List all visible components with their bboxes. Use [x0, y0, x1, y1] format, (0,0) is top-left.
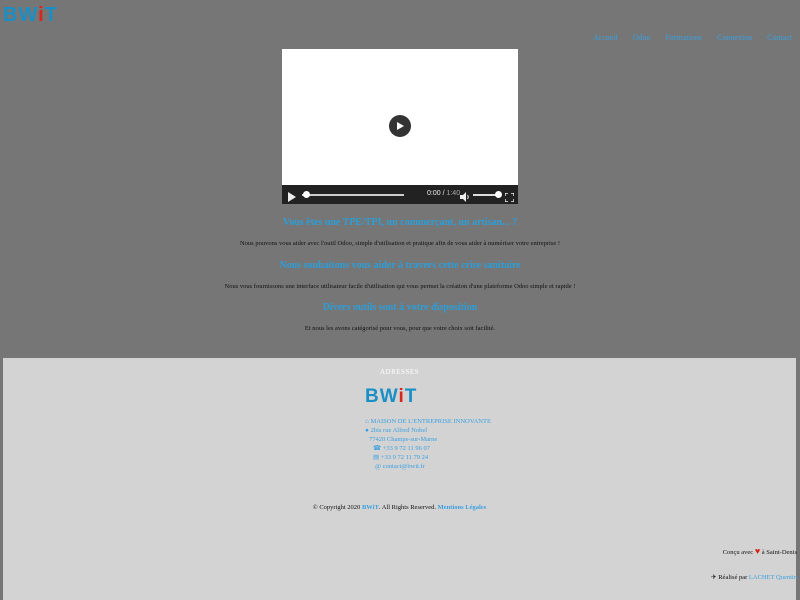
made-by: ✈ Réalisé par LACHET Quentin: [711, 574, 797, 581]
heading-outils: Divers outils sont à votre disposition: [322, 302, 478, 313]
text-odoo: Nous pouvons vous aider avec l'outil Odo…: [239, 240, 561, 247]
text-interface: Nous vous fournissons une interface util…: [224, 283, 576, 290]
volume-icon[interactable]: [460, 189, 470, 207]
legal-link[interactable]: Mentions Légales: [438, 504, 487, 511]
progress-handle[interactable]: [303, 191, 310, 198]
address-title: ADRESSES: [380, 368, 420, 376]
address-org: MAISON DE L'ENTREPRISE INNOVANTE: [370, 418, 491, 425]
progress-bar[interactable]: [302, 194, 404, 196]
play-icon[interactable]: [389, 115, 411, 137]
phone-icon: ☎: [373, 445, 382, 452]
made-with: Conçu avec ♥ à Saint-Denis: [722, 546, 797, 556]
fullscreen-icon[interactable]: [504, 189, 515, 207]
heading-tpe: Vous êtes une TPE/TPI, un commerçant, un…: [282, 217, 518, 228]
play-button-icon[interactable]: [288, 189, 296, 207]
text-categories: Et nous les avons catégorisé pour vous, …: [304, 325, 496, 332]
nav-connexion[interactable]: Connexion: [717, 33, 752, 42]
site-footer: ADRESSES BWiT ⌂ MAISON DE L'ENTREPRISE I…: [3, 358, 797, 600]
heading-crise: Nous souhaitons vous aider à travers cet…: [279, 260, 521, 271]
address-city: 77420 Champs-sur-Marne: [369, 436, 438, 443]
map-marker-icon: ●: [365, 427, 369, 434]
nav-accueil[interactable]: Accueil: [593, 33, 618, 42]
copyright-brand: BWiT: [361, 504, 379, 511]
address-block: ⌂ MAISON DE L'ENTREPRISE INNOVANTE ● 2bi…: [365, 417, 491, 471]
address-phone[interactable]: +33 9 72 11 96 07: [383, 445, 430, 452]
volume-handle[interactable]: [495, 191, 502, 198]
site-logo[interactable]: BWiT: [3, 4, 58, 27]
logo-letter: T: [44, 4, 58, 26]
fax-icon: ▤: [373, 454, 380, 461]
footer-logo: BWiT: [365, 386, 418, 407]
main-nav: Accueil Odoo Formations Connexion Contac…: [593, 33, 792, 42]
nav-odoo[interactable]: Odoo: [633, 33, 651, 42]
video-player[interactable]: 0:00 / 1:40: [282, 49, 518, 204]
address-fax: +33 9 72 11 79 24: [380, 454, 429, 461]
time-display: 0:00 / 1:40: [427, 190, 461, 197]
copyright: © Copyright 2020 BWiT. All Rights Reserv…: [312, 504, 487, 511]
video-controls: 0:00 / 1:40: [282, 185, 518, 204]
heart-icon: ♥: [754, 546, 761, 556]
address-email[interactable]: contact@bwit.fr: [383, 463, 425, 470]
author-link[interactable]: LACHET Quentin: [749, 574, 797, 581]
logo-letter: W: [18, 4, 39, 26]
address-street: 2bis rue Alfred Nobel: [370, 427, 428, 434]
rocket-icon: ✈: [711, 574, 717, 581]
at-icon: @: [375, 463, 381, 470]
home-icon: ⌂: [365, 418, 369, 425]
nav-contact[interactable]: Contact: [767, 33, 792, 42]
logo-letter: B: [3, 4, 19, 26]
nav-formations[interactable]: Formations: [666, 33, 702, 42]
